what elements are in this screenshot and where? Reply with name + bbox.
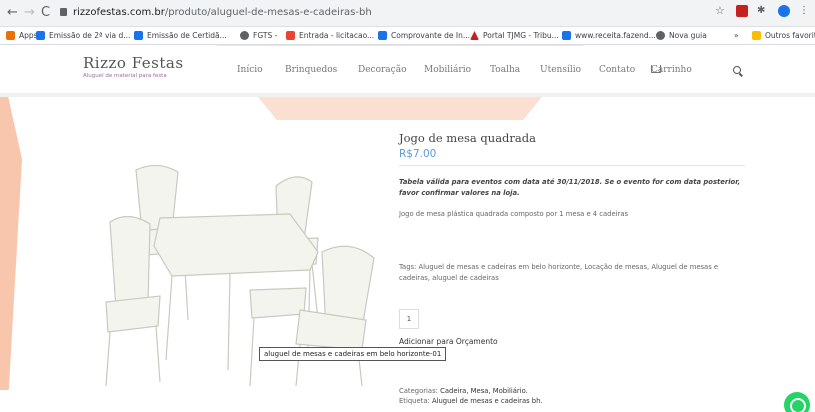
categories-label: Categorias: [399,387,438,395]
menu-item-decoracao[interactable]: Decoração [358,65,407,75]
globe-icon [656,31,665,40]
menu-item-toalha[interactable]: Toalha [490,65,520,75]
gmail-icon [286,31,295,40]
site-header: Rizzo Festas Aluguel de material para fe… [0,46,815,93]
whatsapp-icon[interactable] [784,392,810,412]
site-icon [378,31,387,40]
extension-icon[interactable] [736,5,748,17]
menu-item-inicio[interactable]: Início [237,65,263,75]
bookmark-2via[interactable]: Emissão de 2ª via d... [36,30,130,42]
bookmark-gmail[interactable]: Entrada - licitacao... [286,30,374,42]
product-tags: Tags: Aluguel de mesas e cadeiras em bel… [399,263,719,282]
site-icon [36,31,45,40]
categories-value[interactable]: Cadeira, Mesa, Mobiliário. [440,387,528,395]
bookmark-overflow[interactable]: » [734,30,739,42]
search-icon[interactable] [733,66,741,74]
tag-row: Etiqueta: Aluguel de mesas e cadeiras bh… [399,396,543,406]
lock-icon [60,8,67,16]
bookmark-outros[interactable]: Outros favoritos [752,30,815,42]
triangle-icon [470,31,479,40]
bookmarks-bar: Apps Emissão de 2ª via d... Emissão de C… [0,27,815,45]
menu-item-utensilio[interactable]: Utensílio [540,65,581,75]
folder-icon [752,31,761,40]
bookmark-fgts[interactable]: FGTS - [240,30,277,42]
address-bar[interactable]: rizzofestas.com.br/produto/aluguel-de-me… [60,3,420,23]
back-icon[interactable]: ← [7,5,18,21]
forward-icon[interactable]: → [24,5,35,21]
menu-item-mobiliario[interactable]: Mobiliário [424,65,471,75]
menu-item-contato[interactable]: Contato [599,65,635,75]
main-menu: Início Brinquedos Decoração Mobiliário T… [237,65,692,75]
bookmark-tjmg[interactable]: Portal TJMG - Tribu... [470,30,559,42]
product-meta: Categorias: Cadeira, Mesa, Mobiliário. E… [399,386,543,406]
star-icon[interactable]: ☆ [715,5,727,17]
bookmark-nova-guia[interactable]: Nova guia [656,30,707,42]
profile-avatar-icon[interactable] [778,5,790,17]
product-price: R$7.00 [399,148,437,160]
bookmark-certidao[interactable]: Emissão de Certidã... [134,30,227,42]
image-tooltip: aluguel de mesas e cadeiras em belo hori… [259,347,447,361]
decorative-shape-left [0,60,22,390]
site-icon [562,31,571,40]
browser-toolbar: ← → C rizzofestas.com.br/produto/aluguel… [0,0,815,27]
apps-grid-icon [6,31,15,40]
url-path: /produto/aluguel-de-mesas-e-cadeiras-bh [164,7,372,18]
globe-icon [240,31,249,40]
quantity-input[interactable]: 1 [399,309,419,329]
categories-row: Categorias: Cadeira, Mesa, Mobiliário. [399,386,543,396]
bookmark-apps[interactable]: Apps [6,30,38,42]
add-to-quote-button[interactable]: Adicionar para Orçamento [399,337,498,346]
tag-label: Etiqueta: [399,397,430,405]
details-divider [399,165,745,166]
url-domain: rizzofestas.com.br [73,7,165,18]
menu-dots-icon[interactable]: ⋮ [799,5,811,17]
product-title: Jogo de mesa quadrada [399,131,536,145]
price-validity-notice: Tabela válida para eventos com data até … [399,178,741,197]
tag-value[interactable]: Aluguel de mesas e cadeiras bh. [432,397,543,405]
puzzle-icon[interactable]: ✱ [757,5,769,17]
extension-bar: ☆ ✱ ⋮ [715,5,811,17]
site-icon [134,31,143,40]
header-divider [0,93,815,97]
bookmark-comprovante[interactable]: Comprovante de In... [378,30,470,42]
bookmark-receita[interactable]: www.receita.fazend... [562,30,656,42]
reload-icon[interactable]: C [41,5,50,21]
product-description: Jogo de mesa plástica quadrada composto … [399,210,629,218]
menu-item-brinquedos[interactable]: Brinquedos [285,65,337,75]
